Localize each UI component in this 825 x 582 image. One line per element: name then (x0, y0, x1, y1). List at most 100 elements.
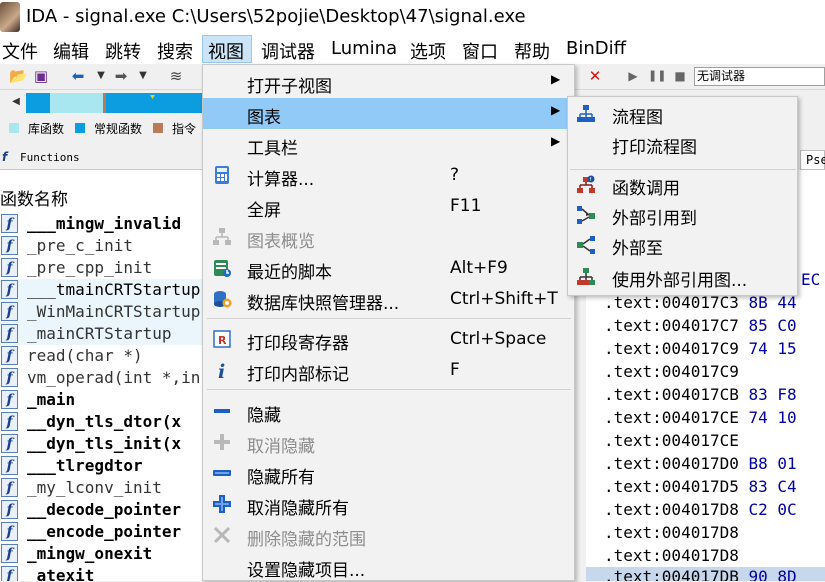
stop-icon[interactable]: ■ (672, 68, 688, 84)
hide-icon (214, 409, 230, 413)
menu-item-label: 外部引用到 (612, 209, 697, 229)
forward-dropdown-icon[interactable]: ▼ (135, 68, 151, 84)
menu-item-shortcut: F11 (450, 196, 482, 216)
jump-icon[interactable]: ≋ (168, 68, 184, 84)
menu-item-graphs[interactable]: 图表 ▶ (203, 98, 574, 129)
menu-view[interactable]: 视图 (208, 38, 244, 64)
menu-item-shortcut: Ctrl+Shift+T (450, 289, 558, 309)
code-line[interactable]: .text:004017DB 90 8D (604, 567, 797, 581)
function-row[interactable]: f read(char *) (0, 345, 204, 367)
function-row[interactable]: f _pre_c_init (0, 235, 204, 257)
menu-item-setup-hidden-items[interactable]: 设置隐藏项目... (203, 551, 574, 582)
menu-item-toolbars[interactable]: 工具栏 ▶ (203, 129, 574, 160)
menu-item-xrefs-to[interactable]: 外部引用到 (568, 200, 797, 230)
code-line[interactable]: .text:004017CE 74 10 (604, 408, 797, 427)
code-line[interactable]: .text:004017D5 83 C4 (604, 477, 797, 496)
function-row[interactable]: f _my_lconv_init (0, 477, 204, 499)
function-row[interactable]: f _mingw_onexit (0, 543, 204, 565)
menu-options[interactable]: 选项 (410, 38, 446, 64)
menu-item-print-segment-registers[interactable]: R 打印段寄存器 Ctrl+Space (203, 324, 574, 355)
function-row[interactable]: f _mainCRTStartup (0, 323, 204, 345)
pause-icon[interactable]: ❚❚ (648, 68, 666, 84)
function-row[interactable]: f ___tmainCRTStartup (0, 279, 204, 301)
function-row[interactable]: f __encode_pointer (0, 521, 204, 543)
code-line[interactable]: .text:004017D0 B8 01 (604, 454, 797, 473)
menu-search[interactable]: 搜索 (157, 38, 193, 64)
menu-item-xrefs-from[interactable]: 外部至 (568, 230, 797, 260)
menu-item-hide[interactable]: 隐藏 (203, 396, 574, 427)
code-line[interactable]: .text:004017D8 C2 0C (604, 500, 797, 519)
function-row[interactable]: f __dyn_tls_dtor(x (0, 411, 204, 433)
menu-windows[interactable]: 窗口 (462, 38, 498, 64)
code-line[interactable]: .text:004017C9 74 15 (604, 339, 797, 358)
function-row[interactable]: f __dyn_tls_init(x (0, 433, 204, 455)
function-name: _my_lconv_init (27, 478, 162, 497)
function-name: _pre_c_init (27, 236, 133, 255)
function-row[interactable]: f ___tlregdtor (0, 455, 204, 477)
menu-item-open-subviews[interactable]: 打开子视图 ▶ (203, 67, 574, 98)
menu-help[interactable]: 帮助 (514, 38, 550, 64)
segment-register-icon: R (213, 330, 231, 348)
menu-item-label: 隐藏所有 (247, 468, 315, 488)
legend-swatch-regular (75, 123, 85, 133)
menu-item-calculator[interactable]: 计算器...? (203, 160, 574, 191)
function-icon: f (1, 258, 18, 277)
function-row[interactable]: f _pre_cpp_init (0, 257, 204, 279)
code-line[interactable]: .text:004017D8 (604, 523, 739, 542)
forward-icon[interactable]: ➡ (113, 68, 129, 84)
function-name: ___tmainCRTStartup (27, 280, 201, 299)
flow-chart-icon (577, 105, 595, 122)
function-icon: f (1, 346, 18, 365)
submenu-arrow-icon: ▶ (551, 103, 561, 117)
function-row[interactable]: f __decode_pointer (0, 499, 204, 521)
function-name: ___tlregdtor (27, 456, 143, 475)
debugger-select[interactable]: 无调试器 (694, 67, 825, 86)
menu-jump[interactable]: 跳转 (105, 38, 141, 64)
legend-label-instruction: 指令 (172, 122, 197, 136)
menu-edit[interactable]: 编辑 (53, 38, 89, 64)
nav-left-icon[interactable]: ◀ (8, 94, 24, 110)
back-icon[interactable]: ⬅ (70, 68, 86, 84)
menu-lumina[interactable]: Lumina (331, 38, 397, 59)
function-row[interactable]: f vm_operad(int *,in (0, 367, 204, 389)
menu-item-recent-scripts[interactable]: 最近的脚本 Alt+F9 (203, 253, 574, 284)
menu-item-label: 隐藏 (247, 406, 281, 426)
function-icon: f (1, 566, 18, 581)
menu-item-hide-all[interactable]: 隐藏所有 (203, 458, 574, 489)
start-icon[interactable]: ▶ (625, 68, 641, 84)
function-name: _WinMainCRTStartup (27, 302, 201, 321)
user-xref-graph-icon (577, 268, 595, 285)
code-line[interactable]: .text:004017C9 (604, 362, 739, 381)
menu-item-label: 使用外部引用图... (612, 271, 748, 291)
function-row[interactable]: f _atexit (0, 565, 204, 581)
function-name-header[interactable]: 函数名称 (0, 185, 68, 210)
code-line[interactable]: .text:004017C7 85 C0 (604, 316, 797, 335)
menu-item-print-internal-flags[interactable]: i 打印内部标记 F (203, 355, 574, 386)
function-row[interactable]: f ___mingw_invalid (0, 213, 204, 235)
function-row[interactable]: f _main (0, 389, 204, 411)
menu-item-user-xref-graph[interactable]: 使用外部引用图... (568, 262, 797, 292)
save-icon[interactable]: ▣ (33, 68, 49, 84)
close-icon[interactable]: ✕ (587, 68, 603, 84)
function-icon: f (1, 412, 18, 431)
menu-debugger[interactable]: 调试器 (261, 38, 315, 64)
menu-item-flow-chart[interactable]: 流程图 (568, 99, 797, 129)
menu-item-unhide-all[interactable]: 取消隐藏所有 (203, 489, 574, 520)
menu-bindiff[interactable]: BinDiff (566, 38, 626, 59)
code-line[interactable]: .text:004017D8 (604, 546, 739, 565)
menu-item-print-flow-chart[interactable]: 打印流程图 (568, 129, 797, 159)
menu-item-label: 函数调用 (612, 179, 680, 199)
back-dropdown-icon[interactable]: ▼ (93, 68, 109, 84)
code-line[interactable]: .text:004017CB 83 F8 (604, 385, 797, 404)
menu-item-function-calls[interactable]: f 函数调用 (568, 170, 797, 200)
menu-item-full-screen[interactable]: 全屏 F11 (203, 191, 574, 222)
menu-file[interactable]: 文件 (2, 38, 38, 64)
open-folder-icon[interactable]: 📂 (9, 68, 28, 84)
function-name: _mainCRTStartup (27, 324, 172, 343)
pseudocode-tab[interactable]: Pse (800, 150, 825, 170)
function-row[interactable]: f _WinMainCRTStartup (0, 301, 204, 323)
code-line[interactable]: .text:004017CE (604, 431, 739, 450)
menu-item-snapshot-manager[interactable]: 数据库快照管理器... Ctrl+Shift+T (203, 284, 574, 315)
navigation-strip[interactable] (26, 93, 206, 113)
function-icon: f (1, 390, 18, 409)
